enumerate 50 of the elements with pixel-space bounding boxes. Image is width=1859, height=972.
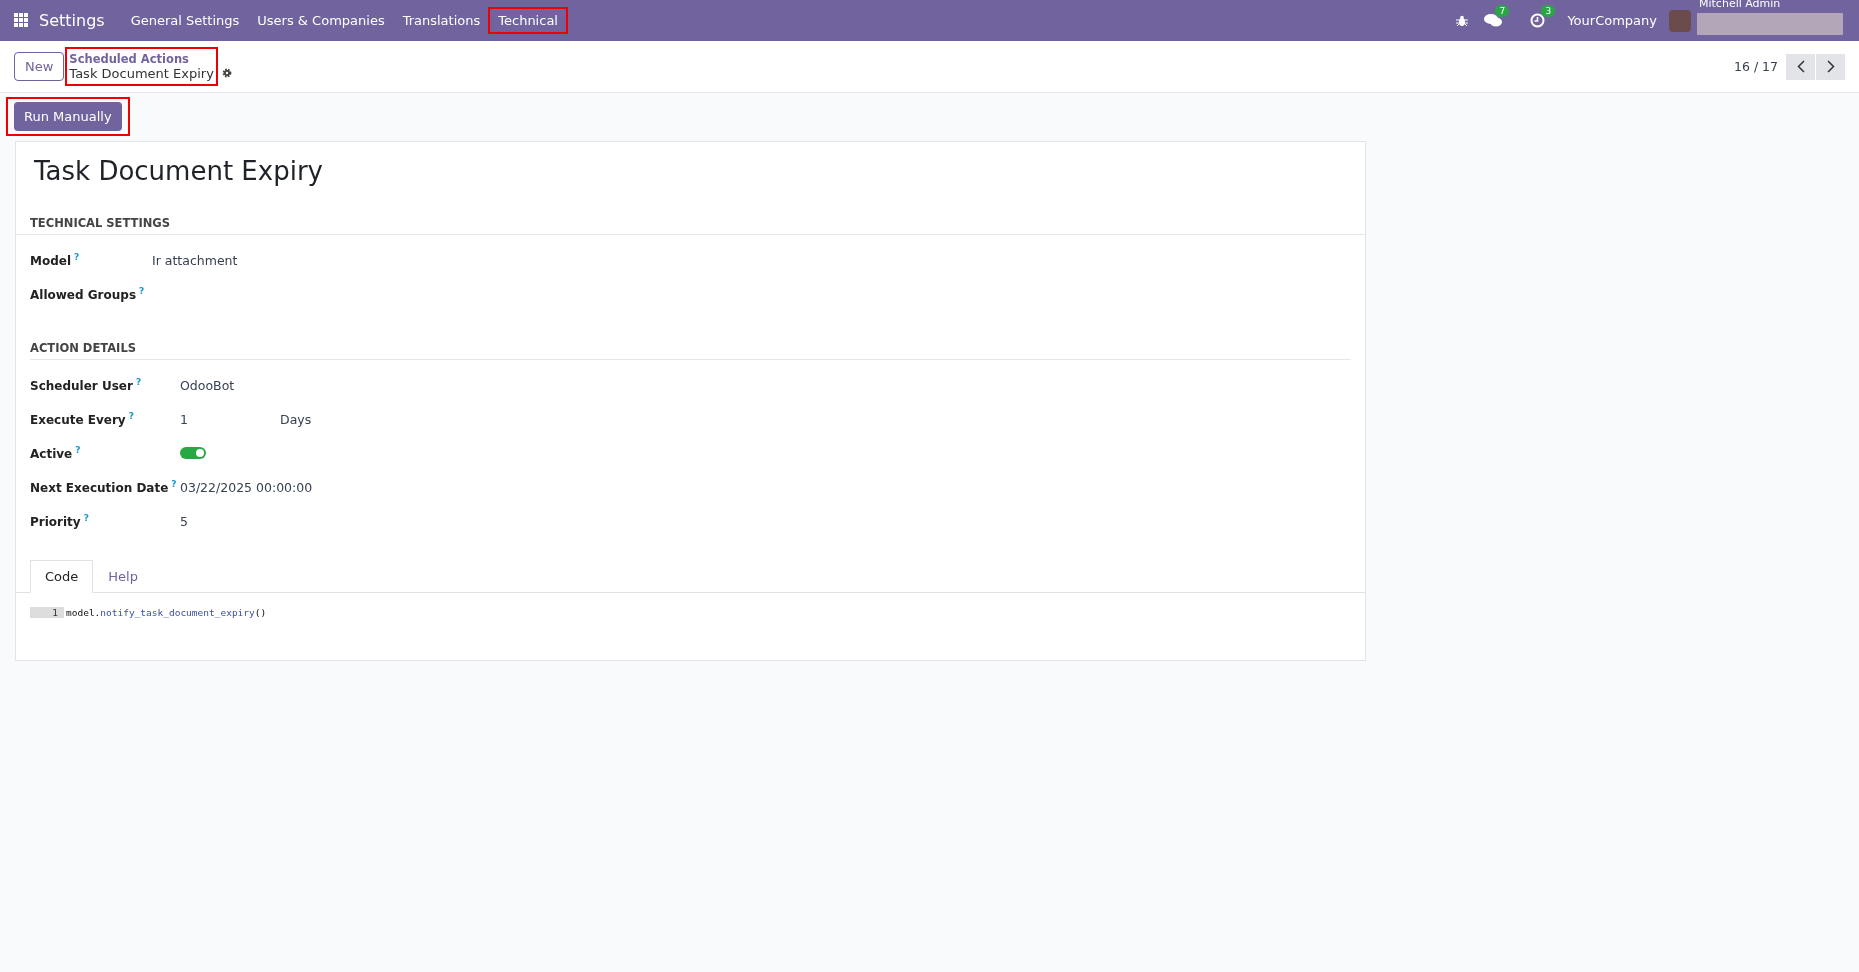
pager-counter: 16 / 17 (1734, 59, 1778, 74)
help-tooltip-mark[interactable]: ? (139, 286, 145, 296)
field-label: Allowed Groups (30, 288, 137, 302)
field-label: Model (30, 254, 72, 268)
tab[interactable]: Help (93, 560, 153, 593)
chevron-left-icon (1796, 60, 1805, 73)
chat-icon[interactable] (1484, 13, 1503, 28)
field-value: Ir attachment (152, 252, 238, 268)
field-value: 1 (180, 411, 189, 427)
field-label: Priority (30, 515, 81, 529)
field-value: 5 (180, 513, 188, 529)
field-value: OdooBot (180, 377, 235, 393)
menu-item[interactable]: Technical (490, 9, 566, 32)
section-heading: TECHNICAL SETTINGS (16, 216, 1365, 235)
field-value: 03/22/2025 00:00:00 (180, 479, 313, 495)
toggle-switch[interactable] (180, 447, 206, 459)
help-tooltip-mark[interactable]: ? (171, 479, 177, 489)
menu-item[interactable]: Users & Companies (249, 9, 393, 32)
help-tooltip-mark[interactable]: ? (135, 377, 142, 387)
section-heading: ACTION DETAILS (30, 341, 1351, 360)
message-count-badge: 7 (1495, 5, 1510, 17)
menu-item[interactable]: General Settings (122, 9, 248, 32)
app-name[interactable]: Settings (39, 11, 105, 30)
help-tooltip-mark[interactable]: ? (128, 411, 134, 421)
run-manually-button[interactable]: Run Manually (14, 102, 122, 131)
help-tooltip-mark[interactable]: ? (83, 513, 89, 523)
clock-icon[interactable] (1530, 13, 1546, 28)
record-name: Task Document Expiry (69, 66, 214, 81)
menu-item[interactable]: Translations (394, 9, 489, 32)
code-line[interactable]: model.notify_task_document_expiry() (66, 607, 267, 618)
bug-icon[interactable] (1456, 14, 1469, 27)
company-name[interactable]: YourCompany (1567, 13, 1657, 28)
breadcrumb-link[interactable]: Scheduled Actions (69, 52, 214, 66)
gear-icon[interactable] (220, 66, 233, 79)
tab[interactable]: Code (30, 560, 94, 593)
chevron-right-icon (1826, 60, 1835, 73)
field-value: Days (280, 411, 312, 427)
next-button[interactable] (1816, 53, 1845, 80)
new-button[interactable]: New (14, 52, 65, 81)
field-label: Active (30, 447, 73, 461)
field-label: Scheduler User (30, 379, 133, 393)
previous-button[interactable] (1786, 53, 1815, 80)
record-title: Task Document Expiry (34, 156, 324, 186)
app-grid-icon[interactable] (14, 13, 29, 28)
help-tooltip-mark[interactable]: ? (75, 445, 81, 455)
field-label: Execute Every (30, 413, 126, 427)
help-tooltip-mark[interactable]: ? (74, 252, 80, 262)
line-number: 1 (30, 607, 64, 618)
field-label: Next Execution Date (30, 481, 169, 495)
activity-count-badge: 3 (1541, 5, 1556, 17)
